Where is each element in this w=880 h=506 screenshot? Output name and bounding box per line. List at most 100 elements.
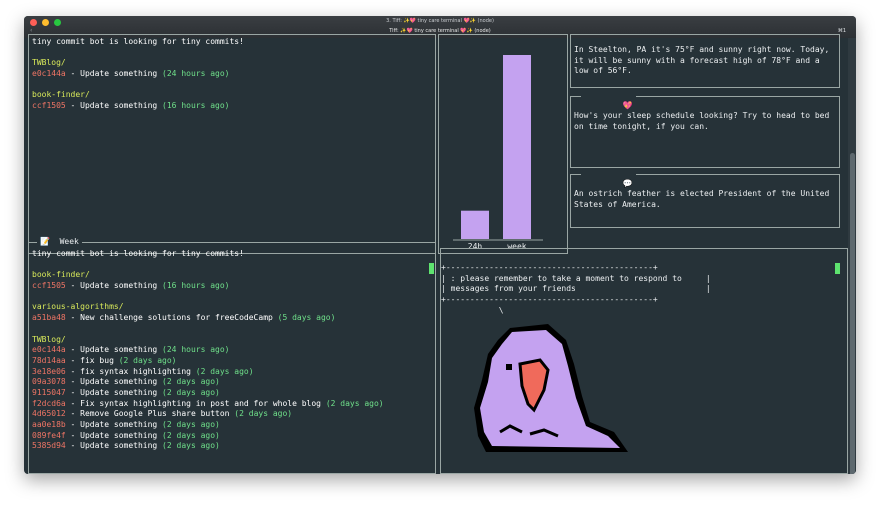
commit-row: 4d65012 - Remove Google Plus share butto… <box>32 409 384 420</box>
commit-hash: a51ba48 <box>32 313 66 323</box>
news-line: An ostrich feather is elected President … <box>574 189 830 198</box>
terminal-content[interactable]: tiny commit bot is looking for tiny comm… <box>24 34 848 474</box>
speech-bubble-icon: 💬 <box>622 179 633 188</box>
commit-row: ccf1505 - Update something (16 hours ago… <box>32 281 384 292</box>
commit-age: (2 days ago) <box>325 398 384 408</box>
commit-message: - fix bug <box>65 355 119 365</box>
parrot-scroll-cursor[interactable] <box>835 263 840 274</box>
repo-name: various-algorithms/ <box>32 302 124 312</box>
commits-bar-chart: 24h week <box>453 55 543 251</box>
commit-message: - Update something <box>65 430 163 440</box>
commit-message: - Update something <box>65 441 163 451</box>
window-scrollbar[interactable] <box>848 38 856 474</box>
commit-age: (16 hours ago) <box>162 101 230 111</box>
week-commit-list: tiny commit bot is looking for tiny comm… <box>32 249 384 452</box>
commit-age: (2 days ago) <box>162 420 220 429</box>
today-panel: tiny commit bot is looking for tiny comm… <box>28 34 436 254</box>
commit-message: - Fix syntax highlighting in post and fo… <box>65 398 326 408</box>
repo-name: book-finder/ <box>32 90 90 100</box>
commit-hash: e0c144a <box>32 69 66 79</box>
commit-row: ccf1505 - Update something (16 hours ago… <box>32 101 244 112</box>
window-title: 3. Tiff: ✨💖 tiny care terminal 💖✨ (node) <box>386 18 494 24</box>
commit-message: - Update something <box>65 281 163 291</box>
weather-line: In Steelton, PA it's 75°F and sunny righ… <box>574 45 830 54</box>
weather-line: it will be sunny with a forecast high of… <box>574 55 820 65</box>
commit-age: (2 days ago) <box>162 441 220 451</box>
party-parrot-icon <box>474 324 628 452</box>
commit-row: e0c144a - Update something (24 hours ago… <box>32 345 384 356</box>
commit-message: - Update something <box>65 345 163 355</box>
commit-row: 9115047 - Update something (2 days ago) <box>32 388 384 399</box>
repo-name: TWBlog/ <box>32 58 66 68</box>
commit-hash: f2dcd6a <box>32 398 66 408</box>
weather-panel: In Steelton, PA it's 75°F and sunny righ… <box>570 34 840 88</box>
commit-hash: aa0e18b <box>32 420 66 429</box>
news-line: States of America. <box>574 199 661 209</box>
commit-hash: 5385d94 <box>32 441 66 451</box>
terminal-window: 3. Tiff: ✨💖 tiny care terminal 💖✨ (node)… <box>24 16 856 474</box>
week-panel-title: 📝 Week <box>37 237 82 247</box>
commit-message: - Update something <box>65 101 163 111</box>
commit-age: (2 days ago) <box>118 355 177 365</box>
commit-age: (2 days ago) <box>162 430 220 440</box>
heart-icon: 💖 <box>622 101 633 110</box>
commit-age: (2 days ago) <box>162 377 220 387</box>
commit-message: - fix syntax highlighting <box>65 366 196 376</box>
weather-line: low of 56°F. <box>574 66 632 76</box>
commit-hash: ccf1505 <box>32 281 66 291</box>
commit-row: 78d14aa - fix bug (2 days ago) <box>32 356 384 367</box>
commit-row: aa0e18b - Update something (2 days ago) <box>32 420 384 431</box>
commit-hash: ccf1505 <box>32 101 66 111</box>
commit-hash: 3e18e06 <box>32 366 66 376</box>
sleep-line: on time tonight, if you can. <box>574 121 709 131</box>
speech-bubble: +---------------------------------------… <box>441 263 711 316</box>
commit-message: - Update something <box>65 69 163 79</box>
commit-hash: 4d65012 <box>32 409 66 419</box>
commit-message: - Update something <box>65 420 163 429</box>
commit-hash: 09a3078 <box>32 377 66 387</box>
repo-name: book-finder/ <box>32 270 90 280</box>
commit-age: (5 days ago) <box>277 313 336 323</box>
repo-name: TWBlog/ <box>32 334 66 344</box>
commit-message: - Update something <box>65 387 163 397</box>
commit-row: 089fe4f - Update something (2 days ago) <box>32 431 384 442</box>
sleep-line: How's your sleep schedule looking? Try t… <box>574 111 830 120</box>
commit-age: (16 hours ago) <box>162 281 230 291</box>
week-panel: 📝 Week tiny commit bot is looking for ti… <box>28 237 436 474</box>
commit-message: - Update something <box>65 377 163 387</box>
today-commit-list: tiny commit bot is looking for tiny comm… <box>32 37 244 112</box>
commit-bot-intro: tiny commit bot is looking for tiny comm… <box>32 249 244 258</box>
scrollbar-thumb[interactable] <box>850 153 855 474</box>
speech-bubble-line: \ <box>441 305 504 315</box>
commit-message: - New challenge solutions for freeCodeCa… <box>65 313 278 323</box>
speech-bubble-line: | messages from your friends | <box>441 284 711 294</box>
commit-age: (24 hours ago) <box>162 69 230 79</box>
bar-week <box>503 55 531 239</box>
commit-row: 3e18e06 - fix syntax highlighting (2 day… <box>32 367 384 378</box>
commits-chart-panel: 24h week <box>438 34 568 254</box>
commit-age: (2 days ago) <box>162 387 220 397</box>
commit-message: - Remove Google Plus share button <box>65 409 235 419</box>
commit-hash: 089fe4f <box>32 430 66 440</box>
commit-age: (2 days ago) <box>234 409 293 419</box>
sleep-panel: 💖 How's your sleep schedule looking? Try… <box>570 91 840 168</box>
commit-age: (24 hours ago) <box>162 345 230 355</box>
week-scroll-cursor[interactable] <box>429 263 434 274</box>
weather-text: In Steelton, PA it's 75°F and sunny righ… <box>574 45 829 77</box>
speech-bubble-line: +---------------------------------------… <box>441 263 658 272</box>
commit-row: e0c144a - Update something (24 hours ago… <box>32 69 244 80</box>
commit-hash: e0c144a <box>32 345 66 355</box>
sleep-text: How's your sleep schedule looking? Try t… <box>574 111 829 132</box>
commit-row: f2dcd6a - Fix syntax highlighting in pos… <box>32 399 384 410</box>
commit-row: 5385d94 - Update something (2 days ago) <box>32 441 384 452</box>
parrot-eye <box>506 364 512 370</box>
bar-24h <box>461 210 489 239</box>
commit-hash: 78d14aa <box>32 355 66 365</box>
commit-hash: 9115047 <box>32 387 66 397</box>
commit-bot-intro: tiny commit bot is looking for tiny comm… <box>32 37 244 46</box>
commit-row: a51ba48 - New challenge solutions for fr… <box>32 313 384 324</box>
